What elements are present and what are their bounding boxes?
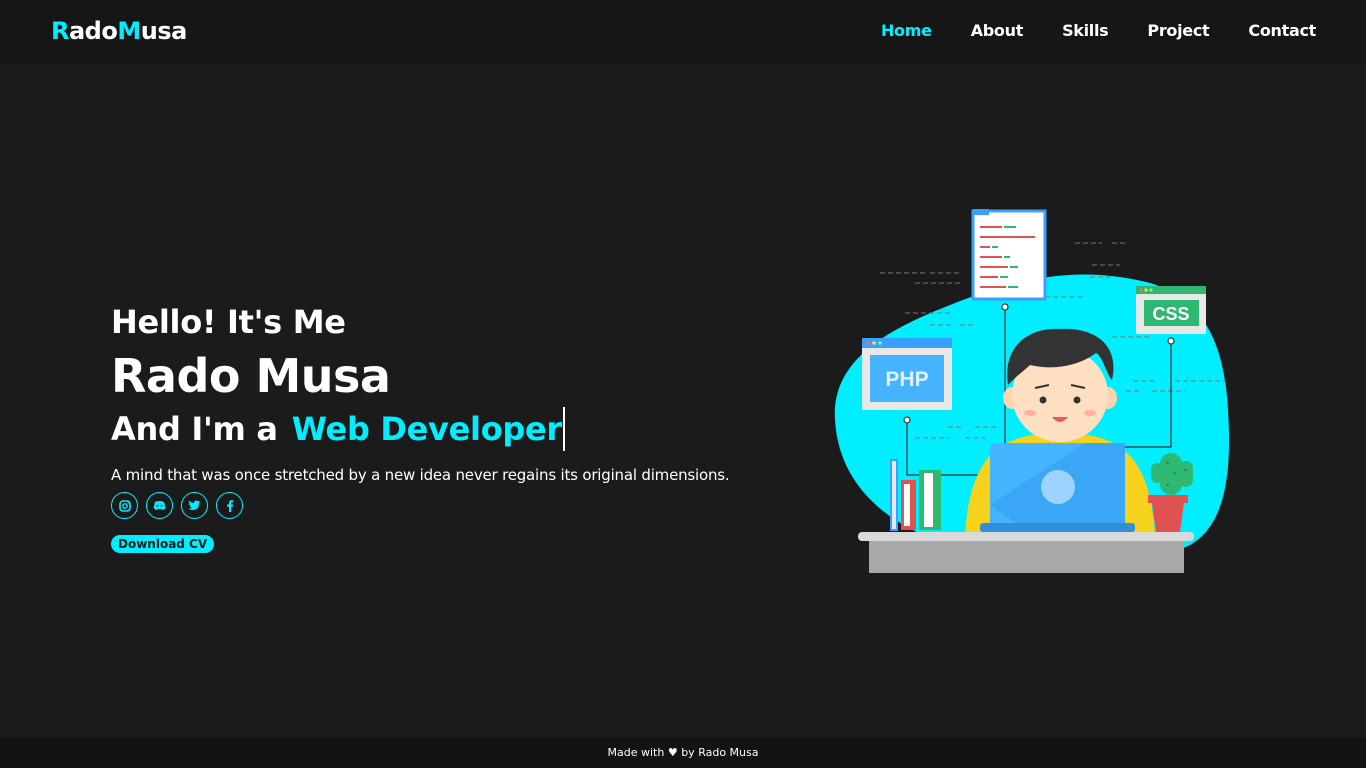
twitter-icon [188,500,201,510]
hero-role: And I'm a Web Developer [111,406,729,452]
code-window [971,209,1047,301]
facebook-icon [226,499,233,512]
nav-home-link[interactable]: Home [881,21,932,40]
css-window: CSS [1136,286,1206,334]
laptop [980,443,1135,533]
logo-text-usa: usa [140,17,188,45]
css-label: CSS [1152,304,1189,324]
discord-icon [153,501,166,510]
hero-role-typed: Web Developer [291,410,562,448]
nav-skills-link[interactable]: Skills [1062,21,1109,40]
developer-illustration: PHP CSS [830,205,1250,585]
footer-suffix: by Rado Musa [681,746,759,759]
heart-icon: ♥ [667,746,678,759]
hero-role-prefix: And I'm a [111,410,278,448]
nav-project-link[interactable]: Project [1147,21,1209,40]
discord-link[interactable] [146,492,173,519]
hero-text: Hello! It's Me Rado Musa And I'm a Web D… [111,300,730,553]
php-label: PHP [885,368,928,391]
nav-about-link[interactable]: About [971,21,1024,40]
footer-prefix: Made with [607,746,665,759]
php-window: PHP [862,338,952,410]
footer: Made with ♥ by Rado Musa [0,738,1366,768]
download-cv-button[interactable]: Download CV [111,535,215,553]
instagram-icon [118,499,131,512]
hero-greeting: Hello! It's Me [111,303,346,341]
typing-cursor [562,407,565,451]
logo-initial-m: M [117,17,141,45]
nav-contact-link[interactable]: Contact [1248,21,1316,40]
site-logo[interactable]: RadoMusa [51,17,187,45]
twitter-link[interactable] [181,492,208,519]
facebook-link[interactable] [216,492,243,519]
navbar: RadoMusa Home About Skills Project Conta… [0,0,1366,64]
desk [858,532,1194,573]
instagram-link[interactable] [111,492,138,519]
social-links [111,492,729,519]
hero-quote: A mind that was once stretched by a new … [111,466,730,484]
logo-text-ado: ado [68,17,118,45]
hero-name: Rado Musa [111,349,391,403]
logo-initial-r: R [51,17,69,45]
developer-illustration-svg: PHP CSS [834,209,1230,573]
main-nav: Home About Skills Project Contact [842,21,1316,40]
